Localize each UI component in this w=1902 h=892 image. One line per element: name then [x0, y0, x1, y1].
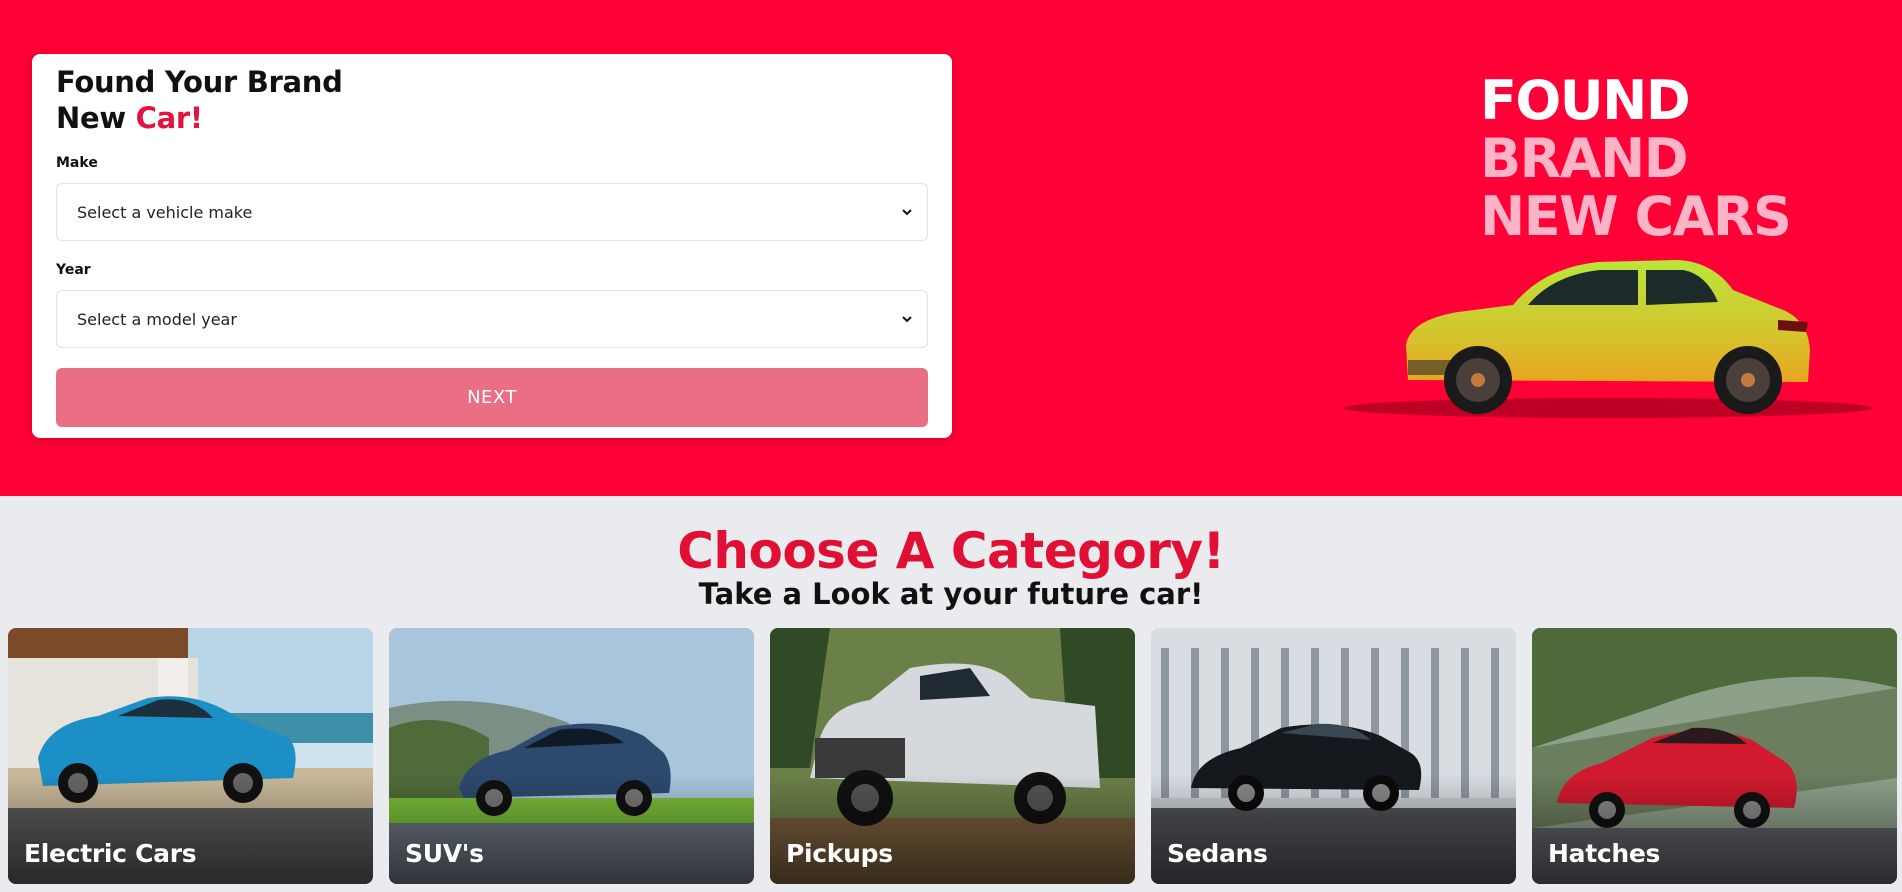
card-label-electric: Electric Cars	[24, 839, 197, 868]
make-select[interactable]: Select a vehicle make	[56, 183, 928, 241]
chevron-down-icon	[901, 206, 913, 218]
year-select[interactable]: Select a model year	[56, 290, 928, 348]
category-heading: Choose A Category!	[677, 522, 1225, 580]
promo-headline: FOUND BRAND NEW CARS	[1480, 69, 1792, 248]
promo-car-image	[1343, 260, 1873, 418]
form-title-accent: Car!	[135, 101, 203, 135]
next-button[interactable]: NEXT	[56, 368, 928, 427]
form-title-line1: Found Your Brand	[56, 65, 343, 99]
promo-line2: BRAND	[1480, 127, 1689, 190]
card-label-pickups: Pickups	[786, 839, 893, 868]
chevron-down-icon	[901, 313, 913, 325]
promo-line3: NEW CARS	[1480, 185, 1792, 248]
year-label: Year	[56, 262, 91, 278]
category-card-pickups[interactable]: Pickups	[770, 628, 1135, 884]
category-subheading: Take a Look at your future car!	[698, 577, 1204, 611]
category-card-sedans[interactable]: Sedans	[1151, 628, 1516, 884]
category-card-suv[interactable]: SUV's	[389, 628, 754, 884]
card-label-suv: SUV's	[405, 839, 484, 868]
category-card-electric[interactable]: Electric Cars	[8, 628, 373, 884]
make-label: Make	[56, 155, 98, 171]
car-finder-form: Found Your Brand New Car! Make Select a …	[32, 54, 952, 438]
category-card-hatches[interactable]: Hatches	[1532, 628, 1897, 884]
make-select-value: Select a vehicle make	[77, 202, 253, 222]
form-title: Found Your Brand New Car!	[56, 64, 343, 136]
form-title-line2: New	[56, 101, 136, 135]
category-cards: Electric Cars SUV's Pickups Sedans Hatch…	[8, 628, 1897, 884]
card-label-hatches: Hatches	[1548, 839, 1661, 868]
year-select-value: Select a model year	[77, 309, 237, 329]
promo-line1: FOUND	[1480, 69, 1691, 132]
card-label-sedans: Sedans	[1167, 839, 1268, 868]
hero-banner: Found Your Brand New Car! Make Select a …	[0, 0, 1902, 496]
